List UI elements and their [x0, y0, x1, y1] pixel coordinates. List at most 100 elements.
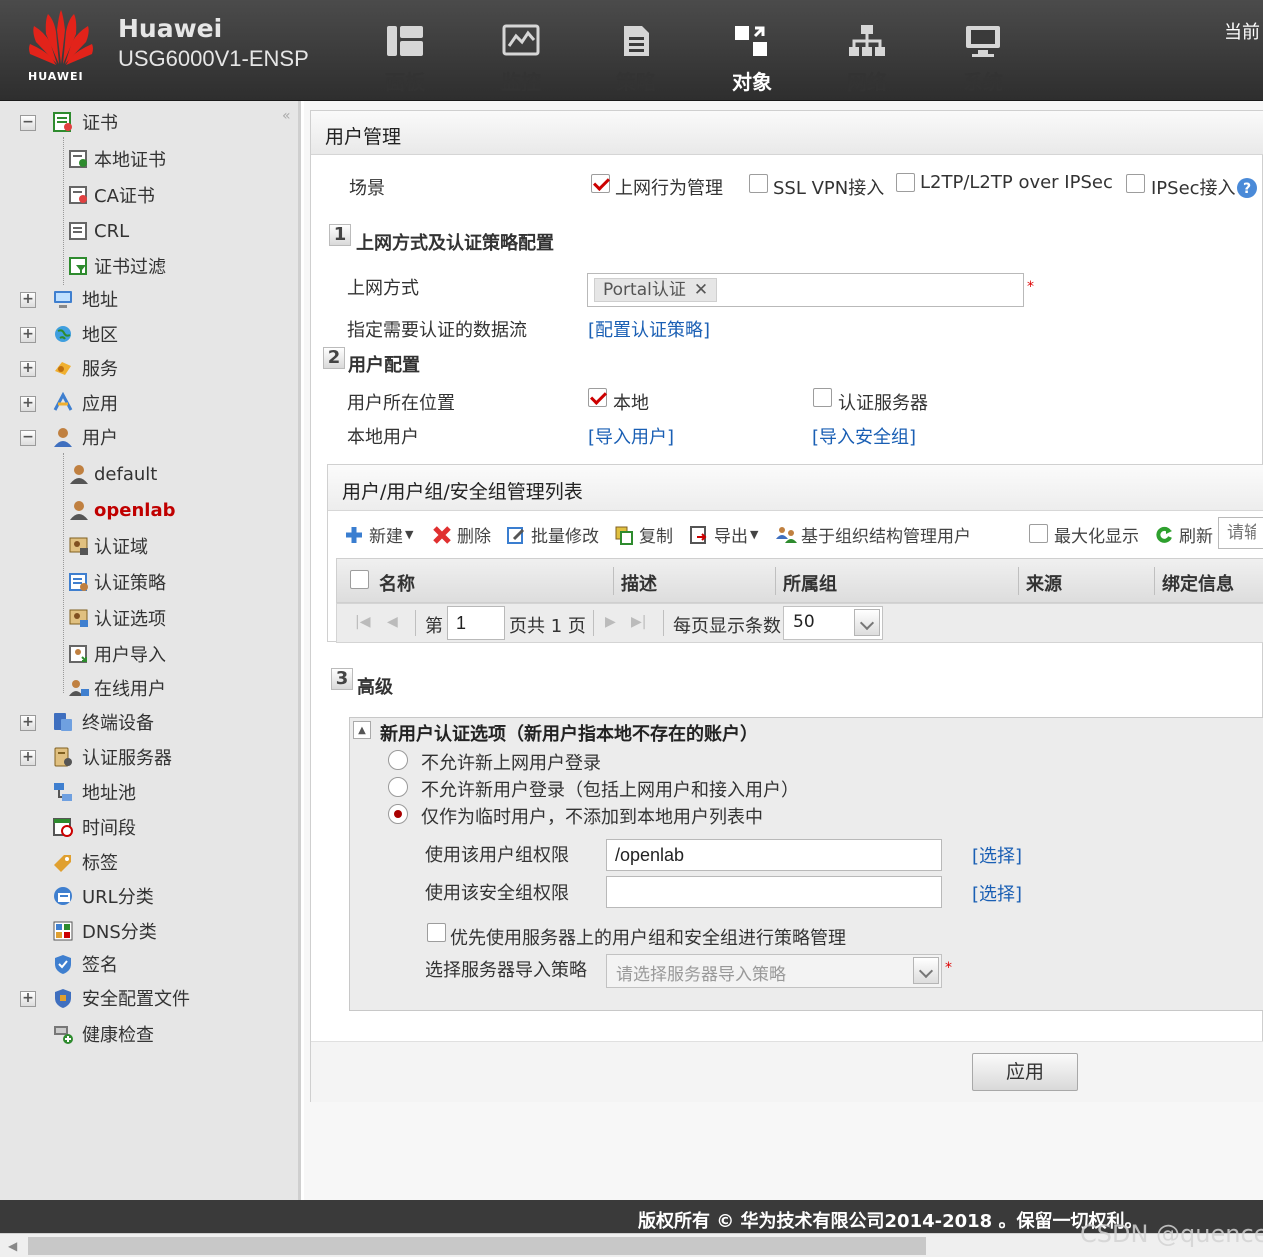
- sidebar-item-region[interactable]: 地区: [52, 319, 118, 349]
- scene-ipsec-checkbox[interactable]: [1126, 174, 1145, 193]
- per-page-select[interactable]: 50: [783, 606, 883, 640]
- sidebar-item-health-check[interactable]: 健康检查: [52, 1019, 154, 1049]
- sidebar-item-label: 证书: [82, 113, 118, 134]
- temporary-user-radio[interactable]: [388, 804, 408, 824]
- sidebar-item-address-pool[interactable]: 地址池: [52, 777, 136, 807]
- sidebar-item-service[interactable]: 服务: [52, 353, 118, 383]
- sidebar-item-application[interactable]: 应用: [52, 388, 118, 418]
- deny-new-internet-user-radio[interactable]: [388, 750, 408, 770]
- import-user-link[interactable]: [导入用户]: [588, 423, 674, 449]
- copy-button[interactable]: 复制: [614, 522, 673, 547]
- expand-toggle-icon[interactable]: +: [20, 715, 36, 731]
- collapse-toggle-icon[interactable]: −: [20, 430, 36, 446]
- nav-label: 策略: [616, 70, 656, 94]
- refresh-button[interactable]: 刷新: [1154, 522, 1213, 547]
- location-local-checkbox[interactable]: [588, 388, 607, 407]
- sidebar-item-crl[interactable]: CRL: [68, 216, 129, 246]
- sidebar-item-default[interactable]: default: [68, 459, 157, 489]
- import-security-group-link[interactable]: [导入安全组]: [812, 423, 916, 449]
- sidebar-item-local-certificate[interactable]: 本地证书: [68, 144, 166, 174]
- scene-internet-checkbox[interactable]: [591, 174, 610, 193]
- help-icon[interactable]: ?: [1236, 177, 1258, 199]
- security-group-input[interactable]: [606, 876, 942, 908]
- column-header-binding[interactable]: 绑定信息: [1162, 570, 1234, 596]
- column-header-source[interactable]: 来源: [1026, 570, 1062, 596]
- select-security-group-link[interactable]: [选择]: [972, 880, 1022, 906]
- expand-toggle-icon[interactable]: +: [20, 361, 36, 377]
- expand-toggle-icon[interactable]: +: [20, 991, 36, 1007]
- sidebar-item-url-category[interactable]: URL分类: [52, 881, 154, 911]
- access-mode-input[interactable]: Portal认证 ✕: [587, 273, 1024, 307]
- scroll-left-icon[interactable]: ◀: [8, 1239, 17, 1253]
- sidebar-item-certificate[interactable]: 证书: [52, 107, 118, 137]
- sidebar-collapse-icon[interactable]: «: [282, 108, 291, 124]
- expand-toggle-icon[interactable]: +: [20, 327, 36, 343]
- select-all-checkbox[interactable]: [350, 570, 369, 589]
- configure-auth-policy-link[interactable]: [配置认证策略]: [588, 316, 710, 342]
- search-input[interactable]: [1218, 517, 1263, 549]
- prefer-server-checkbox[interactable]: [427, 923, 446, 942]
- location-server-checkbox[interactable]: [813, 388, 832, 407]
- next-page-icon[interactable]: ▶: [605, 614, 616, 630]
- select-user-group-link[interactable]: [选择]: [972, 842, 1022, 868]
- import-policy-select[interactable]: 请选择服务器导入策略: [606, 954, 942, 988]
- sidebar-item-terminal-device[interactable]: 终端设备: [52, 707, 154, 737]
- access-mode-tag: Portal认证 ✕: [594, 278, 718, 302]
- current-user-label[interactable]: 当前: [1224, 18, 1260, 44]
- sidebar-item-auth-policy[interactable]: 认证策略: [68, 567, 166, 597]
- apply-button[interactable]: 应用: [972, 1053, 1078, 1091]
- batch-edit-button[interactable]: 批量修改: [506, 522, 599, 547]
- remove-tag-icon[interactable]: ✕: [694, 280, 708, 300]
- column-header-name[interactable]: 名称: [379, 570, 415, 596]
- scene-l2tp-checkbox[interactable]: [896, 173, 915, 192]
- deny-all-new-user-radio[interactable]: [388, 777, 408, 797]
- product-name: Huawei: [118, 14, 223, 43]
- sidebar-item-label: 用户导入: [94, 645, 166, 666]
- sidebar-item-signature[interactable]: 签名: [52, 949, 118, 979]
- last-page-icon[interactable]: ▶|: [631, 614, 646, 630]
- column-header-description[interactable]: 描述: [621, 570, 657, 596]
- maximize-checkbox[interactable]: [1029, 524, 1048, 543]
- address-icon: [54, 291, 72, 308]
- sidebar-item-dns-category[interactable]: DNS分类: [52, 916, 157, 946]
- sidebar-item-time-range[interactable]: 时间段: [52, 812, 136, 842]
- sidebar-item-auth-options[interactable]: 认证选项: [68, 603, 166, 633]
- scene-sslvpn-checkbox[interactable]: [749, 174, 768, 193]
- sidebar-item-ca-certificate[interactable]: CA证书: [68, 180, 155, 210]
- nav-object[interactable]: 对象: [702, 0, 802, 100]
- user-group-input[interactable]: [606, 839, 942, 871]
- sidebar-item-user[interactable]: 用户: [52, 422, 118, 452]
- org-manage-button[interactable]: 基于组织结构管理用户: [776, 522, 971, 547]
- horizontal-scrollbar[interactable]: ◀: [0, 1233, 1263, 1257]
- expand-toggle-icon[interactable]: +: [20, 396, 36, 412]
- collapse-section-icon[interactable]: ▲: [353, 721, 371, 739]
- new-button[interactable]: 新建 ▼: [344, 522, 413, 547]
- sidebar-item-address[interactable]: 地址: [52, 284, 118, 314]
- nav-monitor[interactable]: 监控: [471, 0, 571, 100]
- nav-dashboard[interactable]: 面板: [355, 0, 455, 100]
- nav-policy[interactable]: 策略: [586, 0, 686, 100]
- user-location-label: 用户所在位置: [347, 393, 455, 414]
- expand-toggle-icon[interactable]: +: [20, 750, 36, 766]
- nav-system[interactable]: 系统: [933, 0, 1033, 100]
- sidebar-item-user-import[interactable]: 用户导入: [68, 639, 166, 669]
- prev-page-icon[interactable]: ◀: [387, 614, 398, 630]
- page-number-input[interactable]: [447, 606, 505, 640]
- sidebar-item-openlab[interactable]: openlab: [68, 495, 175, 525]
- first-page-icon[interactable]: |◀: [355, 614, 370, 630]
- sidebar-item-auth-domain[interactable]: 认证域: [68, 531, 148, 561]
- export-button[interactable]: 导出 ▼: [689, 522, 758, 547]
- scrollbar-thumb[interactable]: [28, 1237, 926, 1255]
- sidebar-item-label: URL分类: [82, 887, 154, 908]
- collapse-toggle-icon[interactable]: −: [20, 115, 36, 131]
- sidebar-item-tag[interactable]: 标签: [52, 847, 118, 877]
- sidebar-item-online-users[interactable]: 在线用户: [68, 673, 166, 703]
- sidebar-item-certificate-filter[interactable]: 证书过滤: [68, 251, 166, 281]
- sidebar-item-security-profile[interactable]: 安全配置文件: [52, 983, 190, 1013]
- nav-network[interactable]: 网络: [817, 0, 917, 100]
- delete-button[interactable]: 删除: [432, 522, 491, 547]
- sidebar-item-auth-server[interactable]: 认证服务器: [52, 742, 172, 772]
- system-icon: [966, 26, 1000, 57]
- column-header-group[interactable]: 所属组: [783, 570, 837, 596]
- expand-toggle-icon[interactable]: +: [20, 292, 36, 308]
